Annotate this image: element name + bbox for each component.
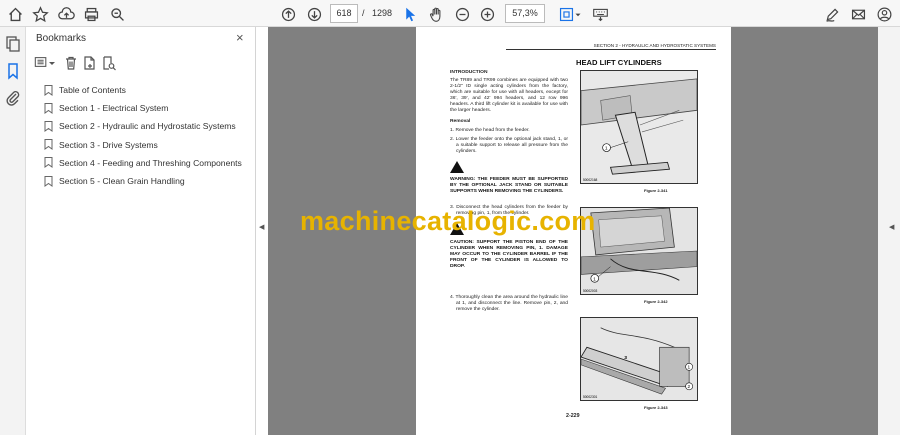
page-total: 1298 xyxy=(372,8,393,18)
page-number-input[interactable]: 618 xyxy=(330,4,358,23)
zoom-in-icon[interactable] xyxy=(477,4,497,24)
next-page-icon[interactable] xyxy=(304,4,324,24)
warning-icon xyxy=(450,161,464,173)
right-scroll-area[interactable] xyxy=(878,27,900,435)
page-header: SECTION 2 - HYDRAULIC AND HYDROSTATIC SY… xyxy=(506,43,716,50)
page-separator: / xyxy=(362,8,365,18)
bookmark-icon xyxy=(44,102,53,114)
bookmark-icon xyxy=(44,175,53,187)
figure-jack-stand: 1 50002168 xyxy=(580,70,698,184)
print-icon[interactable] xyxy=(81,4,101,24)
intro-heading: INTRODUCTION xyxy=(450,70,488,75)
new-bookmark-icon[interactable] xyxy=(82,55,98,71)
caution-text: CAUTION: SUPPORT THE PISTON END OF THE C… xyxy=(450,240,568,269)
close-panel-button[interactable]: × xyxy=(236,30,244,45)
bookmark-label: Table of Contents xyxy=(59,85,126,96)
bookmark-label: Section 3 - Drive Systems xyxy=(59,139,158,150)
bookmarks-panel: Bookmarks × Table of Contents Section 1 … xyxy=(26,27,256,435)
figure-callout: 1 xyxy=(605,146,608,152)
bookmark-icon xyxy=(44,157,53,169)
removal-heading: Removal xyxy=(450,119,471,124)
panel-title: Bookmarks xyxy=(36,33,87,44)
options-menu-icon[interactable] xyxy=(34,55,48,71)
zoom-out-icon[interactable] xyxy=(452,4,472,24)
watermark-text: machinecatalogic.com xyxy=(300,206,596,236)
bookmark-label: Section 2 - Hydraulic and Hydrostatic Sy… xyxy=(59,121,236,132)
cloud-upload-icon[interactable] xyxy=(56,4,76,24)
bookmark-label: Section 1 - Electrical System xyxy=(59,103,169,114)
bookmark-label: Section 5 - Clean Grain Handling xyxy=(59,176,185,187)
account-icon[interactable] xyxy=(874,4,894,24)
bookmark-item[interactable]: Table of Contents xyxy=(26,81,256,99)
star-icon[interactable] xyxy=(30,4,50,24)
chevron-down-icon[interactable] xyxy=(573,4,583,24)
figure-caption: Figure 2-342 xyxy=(644,299,668,304)
page-count: / 1298 xyxy=(362,8,392,18)
page-number: 2-229 xyxy=(566,413,580,419)
intro-text: The TR89 and TR99 combines are equipped … xyxy=(450,78,568,113)
section-title: HEAD LIFT CYLINDERS xyxy=(576,58,662,67)
home-icon[interactable] xyxy=(5,4,25,24)
search-icon[interactable] xyxy=(107,4,127,24)
figure-callout: 1 xyxy=(688,365,691,370)
bookmark-icon xyxy=(44,84,53,96)
bookmark-item[interactable]: Section 3 - Drive Systems xyxy=(26,136,256,154)
navigation-rail xyxy=(0,27,26,435)
warning-text: WARNING: THE FEEDER MUST BE SUPPORTED BY… xyxy=(450,177,568,194)
figure-feeder-pin: 1 50002003 xyxy=(580,207,698,295)
keyboard-icon[interactable] xyxy=(590,4,610,24)
previous-page-icon[interactable] xyxy=(278,4,298,24)
bookmark-icon xyxy=(44,120,53,132)
bookmark-item[interactable]: Section 1 - Electrical System xyxy=(26,99,256,117)
cursor-select-icon[interactable] xyxy=(400,4,420,24)
figure-callout: 3 xyxy=(624,355,627,361)
bookmark-label: Section 4 - Feeding and Threshing Compon… xyxy=(59,157,242,168)
bookmark-item[interactable]: Section 4 - Feeding and Threshing Compon… xyxy=(26,154,256,172)
attachment-icon[interactable] xyxy=(4,89,22,107)
figure-id: 50002003 xyxy=(583,289,598,293)
collapse-panel-arrow-icon[interactable]: ◀ xyxy=(259,223,264,231)
email-icon[interactable] xyxy=(848,4,868,24)
step-4: 4. Thoroughly clean the area around the … xyxy=(450,295,568,312)
main-toolbar: 618 / 1298 57,3% xyxy=(0,0,900,27)
bookmark-icon xyxy=(44,139,53,151)
bookmark-tools xyxy=(34,55,144,73)
figure-callout: 1 xyxy=(593,276,596,282)
edit-sign-icon[interactable] xyxy=(822,4,842,24)
hand-tool-icon[interactable] xyxy=(426,4,446,24)
figure-id: 50002301 xyxy=(583,395,598,399)
expand-right-panel-arrow-icon[interactable]: ◀ xyxy=(889,223,894,231)
chevron-down-icon[interactable] xyxy=(48,55,56,71)
find-bookmark-icon[interactable] xyxy=(101,55,117,71)
bookmark-list: Table of Contents Section 1 - Electrical… xyxy=(26,81,256,190)
bookmark-icon[interactable] xyxy=(4,62,22,80)
bookmark-item[interactable]: Section 2 - Hydraulic and Hydrostatic Sy… xyxy=(26,117,256,135)
figure-callout: 2 xyxy=(688,384,691,389)
step-2: 2. Lower the feeder onto the optional ja… xyxy=(450,137,568,154)
zoom-level-input[interactable]: 57,3% xyxy=(505,4,545,23)
figure-cylinder-removal: 1 2 3 50002301 xyxy=(580,317,698,401)
step-1: 1. Remove the head from the feeder. xyxy=(450,128,530,133)
figure-id: 50002168 xyxy=(583,178,598,182)
delete-icon[interactable] xyxy=(63,55,79,71)
figure-caption: Figure 2-341 xyxy=(644,188,668,193)
page-thumbnails-icon[interactable] xyxy=(4,35,22,53)
figure-caption: Figure 2-343 xyxy=(644,405,668,410)
bookmark-item[interactable]: Section 5 - Clean Grain Handling xyxy=(26,172,256,190)
